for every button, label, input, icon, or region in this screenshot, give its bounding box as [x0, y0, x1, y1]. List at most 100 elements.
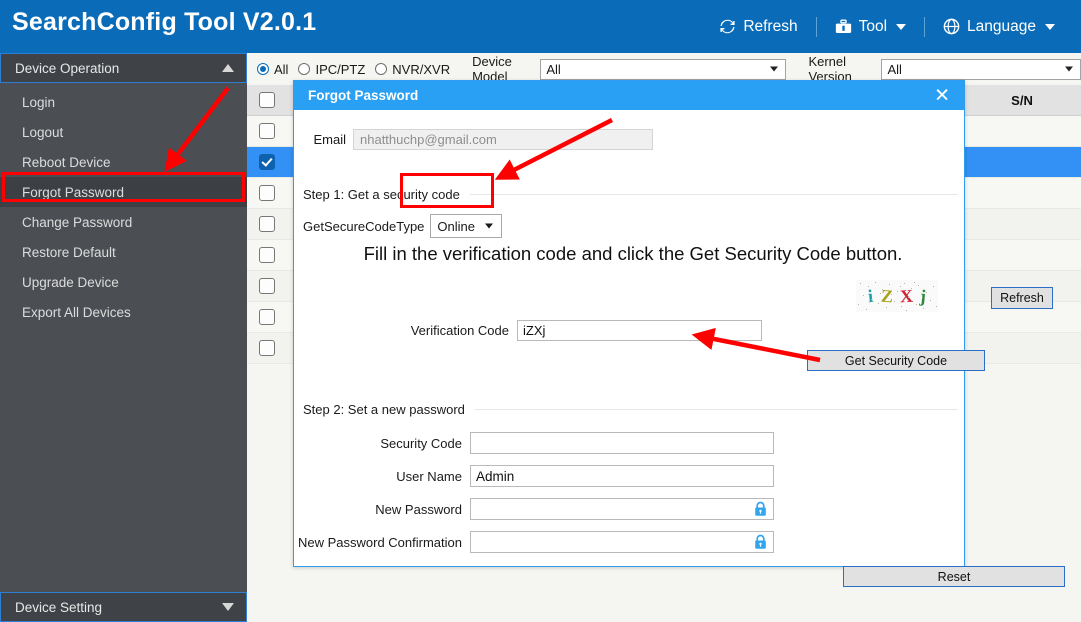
tool-menu-button[interactable]: Tool	[817, 0, 924, 53]
verification-code-input[interactable]: iZXj	[517, 320, 762, 341]
sidebar-item-login[interactable]: Login	[0, 87, 247, 117]
lock-icon	[754, 534, 767, 550]
row-checkbox-cell[interactable]	[247, 247, 287, 263]
row-checkbox-cell[interactable]	[247, 185, 287, 201]
radio-all-label: All	[274, 61, 289, 77]
sidebar-item-export-all-devices[interactable]: Export All Devices	[0, 297, 247, 327]
new-password-confirmation-input[interactable]	[470, 531, 774, 553]
device-model-select[interactable]: All	[540, 58, 787, 80]
chevron-down-icon	[485, 223, 494, 229]
sidebar-item-label: Forgot Password	[22, 184, 125, 200]
step1-header: Step 1: Get a security code	[303, 187, 958, 202]
step1-divider	[469, 194, 958, 195]
sidebar-item-label: Login	[22, 94, 56, 110]
row-checkbox[interactable]	[259, 340, 275, 356]
sidebar-group-label: Device Setting	[15, 599, 103, 615]
email-field[interactable]: nhatthuchp@gmail.com	[353, 129, 653, 150]
forgot-password-dialog: Forgot Password ✕ Email nhatthuchp@gmail…	[293, 80, 1065, 587]
row-checkbox[interactable]	[259, 216, 275, 232]
sidebar-group-device-setting[interactable]: Device Setting	[0, 592, 247, 622]
sidebar-item-logout[interactable]: Logout	[0, 117, 247, 147]
sidebar-items: Login Logout Reboot Device Forgot Passwo…	[0, 83, 247, 327]
select-all-checkbox[interactable]	[259, 92, 275, 108]
sidebar: Device Operation Login Logout Reboot Dev…	[0, 53, 247, 622]
refresh-label: Refresh	[743, 17, 798, 35]
code-type-value: Online	[437, 218, 475, 234]
row-checkbox[interactable]	[259, 154, 275, 170]
toolbox-icon	[835, 19, 852, 35]
radio-ipc-ptz[interactable]: IPC/PTZ	[298, 62, 365, 77]
radio-all-indicator	[257, 63, 269, 75]
sidebar-item-upgrade-device[interactable]: Upgrade Device	[0, 267, 247, 297]
email-row: Email nhatthuchp@gmail.com	[294, 129, 966, 150]
row-checkbox[interactable]	[259, 309, 275, 325]
reset-button[interactable]: Reset	[843, 566, 1065, 587]
close-icon[interactable]: ✕	[934, 86, 950, 105]
get-security-code-button[interactable]: Get Security Code	[807, 350, 985, 371]
user-name-input[interactable]: Admin	[470, 465, 774, 487]
radio-nvr-xvr[interactable]: NVR/XVR	[375, 62, 450, 77]
radio-ipc-ptz-label: IPC/PTZ	[315, 61, 366, 77]
chevron-down-icon	[896, 23, 907, 30]
tool-label: Tool	[858, 17, 888, 35]
radio-nvr-xvr-label: NVR/XVR	[392, 61, 451, 77]
sidebar-item-forgot-password[interactable]: Forgot Password	[0, 177, 247, 207]
row-checkbox-cell[interactable]	[247, 278, 287, 294]
refresh-button[interactable]: Refresh	[701, 0, 815, 53]
new-password-input[interactable]	[470, 498, 774, 520]
new-password-row: New Password	[294, 498, 966, 520]
step2-label: Step 2: Set a new password	[303, 402, 465, 417]
sidebar-item-restore-default[interactable]: Restore Default	[0, 237, 247, 267]
column-header-sn[interactable]: S/N	[963, 85, 1081, 115]
app-header: SearchConfig Tool V2.0.1 Refresh Tool La…	[0, 0, 1081, 53]
sidebar-item-label: Logout	[22, 124, 64, 140]
row-checkbox-cell[interactable]	[247, 216, 287, 232]
select-all-checkbox-cell[interactable]	[247, 92, 287, 108]
refresh-icon	[719, 18, 736, 35]
radio-all[interactable]: All	[257, 62, 288, 77]
sidebar-group-device-operation[interactable]: Device Operation	[0, 53, 247, 83]
security-code-row: Security Code	[294, 432, 966, 454]
language-menu-button[interactable]: Language	[925, 0, 1073, 53]
refresh-captcha-button[interactable]: Refresh	[991, 287, 1053, 309]
security-code-input[interactable]	[470, 432, 774, 454]
row-checkbox-cell[interactable]	[247, 340, 287, 356]
step1-label: Step 1: Get a security code	[303, 187, 460, 202]
row-checkbox-cell[interactable]	[247, 309, 287, 325]
row-checkbox[interactable]	[259, 247, 275, 263]
captcha-image[interactable]: i Z X j	[856, 280, 938, 312]
radio-ipc-ptz-indicator	[298, 63, 311, 75]
row-checkbox-cell[interactable]	[247, 154, 287, 170]
sidebar-item-change-password[interactable]: Change Password	[0, 207, 247, 237]
verification-code-row: Verification Code iZXj	[294, 320, 966, 341]
row-checkbox[interactable]	[259, 185, 275, 201]
chevron-down-icon	[770, 66, 779, 72]
chevron-down-icon	[1045, 23, 1055, 30]
triangle-down-icon	[222, 603, 234, 611]
sidebar-item-label: Change Password	[22, 214, 133, 230]
dialog-title-bar: Forgot Password ✕	[294, 81, 964, 110]
sidebar-item-label: Upgrade Device	[22, 274, 119, 290]
app-window: SearchConfig Tool V2.0.1 Refresh Tool La…	[0, 0, 1081, 622]
row-checkbox[interactable]	[259, 123, 275, 139]
sidebar-item-label: Restore Default	[22, 244, 116, 260]
new-password-confirmation-label: New Password Confirmation	[297, 534, 462, 550]
sidebar-item-reboot-device[interactable]: Reboot Device	[0, 147, 247, 177]
new-password-confirmation-row: New Password Confirmation	[294, 531, 966, 553]
code-type-row: GetSecureCodeType Online	[303, 214, 503, 238]
dialog-body: Email nhatthuchp@gmail.com Step 1: Get a…	[294, 110, 1065, 587]
globe-icon	[943, 18, 960, 35]
code-type-label: GetSecureCodeType	[303, 218, 425, 234]
radio-nvr-xvr-indicator	[375, 63, 388, 75]
step2-header: Step 2: Set a new password	[303, 402, 958, 417]
sidebar-item-label: Reboot Device	[22, 154, 111, 170]
row-checkbox-cell[interactable]	[247, 123, 287, 139]
kernel-version-select[interactable]: All	[881, 58, 1081, 80]
email-label: Email	[313, 132, 346, 147]
device-model-value: All	[546, 61, 561, 77]
step2-divider	[474, 409, 958, 410]
code-type-select[interactable]: Online	[430, 214, 503, 238]
captcha-noise	[858, 282, 937, 311]
row-checkbox[interactable]	[259, 278, 275, 294]
verification-code-label: Verification Code	[410, 323, 509, 338]
